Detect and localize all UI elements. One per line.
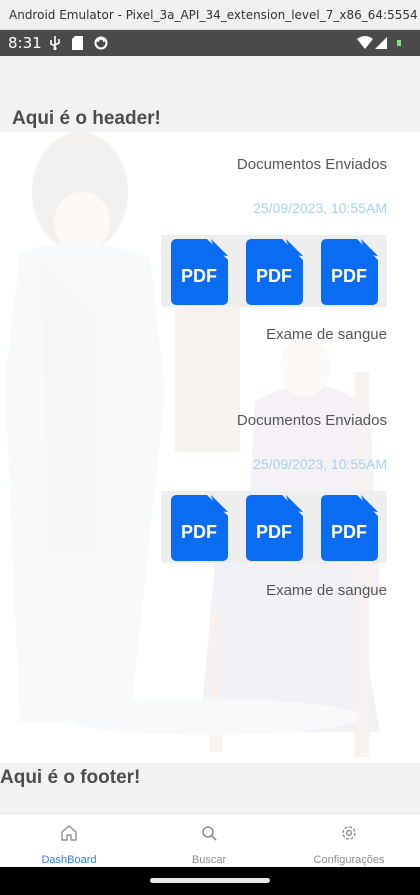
tab-configuracoes[interactable]: Configurações <box>298 814 400 868</box>
tab-dashboard[interactable]: DashBoard <box>28 814 110 868</box>
documents-title: Documentos Enviados <box>236 156 387 173</box>
system-navigation-bar <box>0 867 420 895</box>
pdf-file-icon[interactable]: PDF <box>321 495 378 561</box>
pdf-file-icon[interactable]: PDF <box>171 495 228 561</box>
tab-buscar[interactable]: Buscar <box>168 814 250 868</box>
pdf-label: PDF <box>331 266 367 286</box>
pdf-file-icon[interactable]: PDF <box>246 495 303 561</box>
tab-label: Buscar <box>191 854 227 866</box>
pdf-label: PDF <box>256 522 292 542</box>
usb-icon <box>50 36 60 50</box>
document-date: 25/09/2023, 10:55AM <box>253 200 387 216</box>
pdf-file-row: PDF PDF PDF <box>161 491 387 563</box>
app-footer-area: Aqui é o footer! <box>0 763 420 813</box>
home-icon <box>61 825 77 841</box>
header-text: Aqui é o header! <box>12 108 161 129</box>
gear-icon <box>342 826 356 840</box>
emulator-window-title: Android Emulator - Pixel_3a_API_34_exten… <box>0 0 420 30</box>
document-group: Documentos Enviados 25/09/2023, 10:55AM … <box>127 412 387 599</box>
signal-wifi-battery-icons <box>357 36 401 49</box>
document-group: Documentos Enviados 25/09/2023, 10:55AM … <box>127 156 387 343</box>
pdf-label: PDF <box>181 266 217 286</box>
documents-title: Documentos Enviados <box>236 412 387 429</box>
document-label: Exame de sangue <box>266 326 387 343</box>
status-bar: 8:31 <box>0 30 420 56</box>
pdf-label: PDF <box>331 522 367 542</box>
app-header-area: Aqui é o header! <box>0 56 420 132</box>
home-gesture-handle[interactable] <box>150 878 270 883</box>
pdf-label: PDF <box>181 522 217 542</box>
pdf-file-icon[interactable]: PDF <box>171 239 228 305</box>
tab-label: DashBoard <box>41 854 97 866</box>
sync-icon <box>94 36 108 50</box>
footer-text: Aqui é o footer! <box>0 767 141 788</box>
pdf-file-row: PDF PDF PDF <box>161 235 387 307</box>
pdf-file-icon[interactable]: PDF <box>246 239 303 305</box>
search-icon <box>202 826 217 841</box>
pdf-file-icon[interactable]: PDF <box>321 239 378 305</box>
sd-card-icon <box>72 36 83 50</box>
document-date: 25/09/2023, 10:55AM <box>253 456 387 472</box>
dashboard-content[interactable]: Documentos Enviados 25/09/2023, 10:55AM … <box>0 132 420 763</box>
pdf-label: PDF <box>256 266 292 286</box>
status-time: 8:31 <box>8 34 42 52</box>
bottom-tab-bar: DashBoard Buscar Configurações <box>0 813 420 867</box>
document-label: Exame de sangue <box>266 582 387 599</box>
tab-label: Configurações <box>313 854 385 866</box>
